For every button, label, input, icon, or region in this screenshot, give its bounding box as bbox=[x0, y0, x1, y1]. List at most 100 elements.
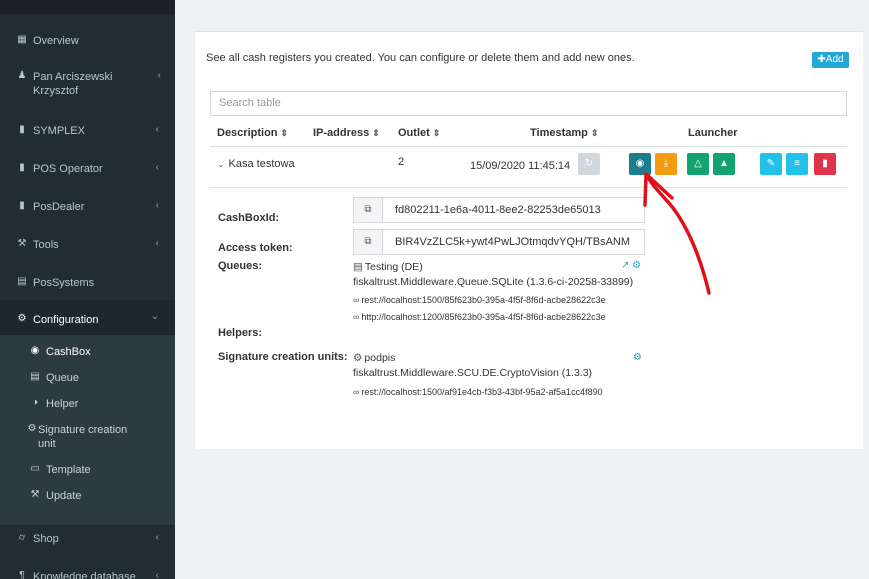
cog-icon: ⚙ bbox=[353, 352, 363, 364]
queue-name[interactable]: ▤ Testing (DE) bbox=[353, 261, 423, 273]
sidebar-item-user[interactable]: ♟ Pan Arciszewski Krzysztof ‹ bbox=[0, 70, 175, 100]
link-icon: ∞ bbox=[353, 295, 360, 305]
chevron-left-icon: ‹ bbox=[157, 70, 161, 81]
list-button[interactable]: ≡ bbox=[786, 153, 808, 175]
sidebar-item-shop[interactable]: ⌭ Shop ‹ bbox=[0, 532, 175, 552]
launcher-android-button[interactable]: ▲ bbox=[713, 153, 735, 175]
row-timestamp: 15/09/2020 11:45:14 bbox=[470, 160, 571, 172]
android-icon: ▲ bbox=[719, 158, 729, 169]
queue-package: fiskaltrust.Middleware.Queue.SQLite (1.3… bbox=[353, 276, 634, 288]
helpers-label: Helpers: bbox=[218, 327, 263, 339]
scu-label: Signature creation units: bbox=[218, 351, 348, 363]
access-token-label: Access token: bbox=[218, 242, 293, 254]
file-icon: ▭ bbox=[30, 463, 40, 474]
copy-icon: ⧉ bbox=[364, 236, 372, 247]
access-token-field[interactable]: BIR4VzZLC5k+ywt4PwLJOtmqdvYQH/TBsANM bbox=[383, 229, 645, 255]
chevron-left-icon: ‹ bbox=[155, 200, 159, 211]
add-button[interactable]: ✚Add bbox=[812, 52, 849, 68]
copy-token-button[interactable]: ⧉ bbox=[353, 229, 383, 255]
linux-icon: △ bbox=[694, 158, 702, 169]
settings-icon[interactable]: ⚙ bbox=[632, 260, 641, 271]
search-input[interactable]: Search table bbox=[210, 91, 847, 116]
column-header-ip-address[interactable]: IP-address ⇕ bbox=[313, 127, 380, 139]
sidebar-item-knowledge-database[interactable]: ¶ Knowledge database ‹ bbox=[0, 570, 175, 579]
sort-icon: ⇕ bbox=[372, 128, 380, 138]
submenu-item-cashbox[interactable]: ◉ CashBox bbox=[0, 345, 175, 361]
chevron-left-icon: ‹ bbox=[155, 570, 159, 579]
user-icon: ♟ bbox=[17, 70, 27, 81]
sort-icon: ⇕ bbox=[432, 128, 441, 138]
plus-icon: ✚ bbox=[817, 54, 826, 65]
half-circle-icon: ◑ bbox=[31, 397, 39, 408]
row-description[interactable]: ⌄ Kasa testowa bbox=[217, 158, 295, 170]
cashboxid-field[interactable]: fd802211-1e6a-4011-8ee2-82253de65013 bbox=[383, 197, 645, 223]
submenu-item-update[interactable]: ⚒ Update bbox=[0, 489, 175, 505]
sidebar-item-possystems[interactable]: ▤ PosSystems bbox=[0, 276, 175, 296]
intro-text: See all cash registers you created. You … bbox=[206, 52, 635, 64]
globe-icon: ◉ bbox=[30, 345, 40, 356]
sidebar: ▦ Overview ♟ Pan Arciszewski Krzysztof ‹… bbox=[0, 0, 175, 579]
queues-label: Queues: bbox=[218, 260, 263, 272]
sort-icon: ⇕ bbox=[280, 128, 289, 138]
book-icon: ▮ bbox=[19, 162, 25, 173]
launcher-globe-button[interactable]: ◉ bbox=[629, 153, 651, 175]
column-header-timestamp[interactable]: Timestamp ⇕ bbox=[530, 127, 598, 139]
book-icon: ▮ bbox=[19, 124, 25, 135]
edit-icon: ✎ bbox=[766, 158, 776, 169]
settings-icon[interactable]: ⚙ bbox=[633, 352, 642, 363]
wrench-icon: ⚒ bbox=[30, 489, 40, 500]
copy-icon: ⧉ bbox=[364, 204, 372, 215]
book-icon: ▮ bbox=[19, 200, 25, 211]
cashboxid-label: CashBoxId: bbox=[218, 212, 280, 224]
link-icon: ∞ bbox=[353, 312, 360, 322]
external-link-icon[interactable]: ↗ bbox=[621, 260, 629, 271]
wrench-icon: ⚒ bbox=[17, 238, 27, 249]
database-icon: ▤ bbox=[30, 371, 40, 382]
submenu-item-template[interactable]: ▭ Template bbox=[0, 463, 175, 479]
configuration-submenu: ◉ CashBox ▤ Queue ◑ Helper ⚙ Signature c… bbox=[0, 335, 175, 525]
column-header-outlet[interactable]: Outlet ⇕ bbox=[398, 127, 440, 139]
sidebar-item-symplex[interactable]: ▮ SYMPLEX ‹ bbox=[0, 124, 175, 144]
queue-url-rest: ∞ rest://localhost:1500/85f623b0-395a-4f5… bbox=[353, 295, 606, 305]
header-divider bbox=[210, 146, 847, 147]
chevron-down-icon: ⌄ bbox=[150, 311, 159, 322]
scu-package: fiskaltrust.Middleware.SCU.DE.CryptoVisi… bbox=[353, 367, 593, 379]
chevron-left-icon: ‹ bbox=[155, 162, 159, 173]
row-outlet: 2 bbox=[398, 156, 405, 168]
chevron-left-icon: ‹ bbox=[155, 124, 159, 135]
paragraph-icon: ¶ bbox=[19, 570, 25, 579]
list-icon: ≡ bbox=[794, 158, 800, 169]
copy-cashboxid-button[interactable]: ⧉ bbox=[353, 197, 383, 223]
basket-icon: ⌭ bbox=[18, 532, 26, 543]
cashbox-panel: See all cash registers you created. You … bbox=[195, 31, 863, 449]
cash-register-icon: ▤ bbox=[17, 276, 27, 287]
sidebar-item-tools[interactable]: ⚒ Tools ‹ bbox=[0, 238, 175, 258]
chevron-left-icon: ‹ bbox=[155, 532, 159, 543]
chevron-down-icon: ⌄ bbox=[217, 159, 225, 169]
chevron-left-icon: ‹ bbox=[155, 238, 159, 249]
submenu-item-signature-creation-unit[interactable]: ⚙ Signature creation unit bbox=[0, 423, 175, 455]
launcher-download-button[interactable]: ⤓ bbox=[655, 153, 677, 175]
download-icon: ⤓ bbox=[663, 158, 669, 169]
sidebar-header bbox=[0, 0, 175, 14]
delete-button[interactable]: ▮ bbox=[814, 153, 836, 175]
refresh-button[interactable]: ↻ bbox=[578, 153, 600, 175]
sidebar-item-configuration[interactable]: ⚙ Configuration ⌄ bbox=[0, 300, 175, 335]
globe-icon: ◉ bbox=[635, 158, 645, 169]
launcher-linux-button[interactable]: △ bbox=[687, 153, 709, 175]
column-header-launcher: Launcher bbox=[688, 127, 738, 139]
edit-button[interactable]: ✎ bbox=[760, 153, 782, 175]
cog-icon: ⚙ bbox=[27, 423, 37, 434]
submenu-item-queue[interactable]: ▤ Queue bbox=[0, 371, 175, 387]
sidebar-item-overview[interactable]: ▦ Overview bbox=[0, 34, 175, 54]
scu-name[interactable]: ⚙ podpis bbox=[353, 352, 395, 364]
database-icon: ▤ bbox=[353, 261, 363, 273]
column-header-description[interactable]: Description ⇕ bbox=[217, 127, 288, 139]
sidebar-item-pos-operator[interactable]: ▮ POS Operator ‹ bbox=[0, 162, 175, 182]
sort-icon: ⇕ bbox=[590, 128, 599, 138]
sidebar-item-posdealer[interactable]: ▮ PosDealer ‹ bbox=[0, 200, 175, 220]
row-divider bbox=[210, 187, 847, 188]
queue-url-http: ∞ http://localhost:1200/85f623b0-395a-4f5… bbox=[353, 312, 606, 322]
gears-icon: ⚙ bbox=[17, 313, 27, 324]
submenu-item-helper[interactable]: ◑ Helper bbox=[0, 397, 175, 413]
